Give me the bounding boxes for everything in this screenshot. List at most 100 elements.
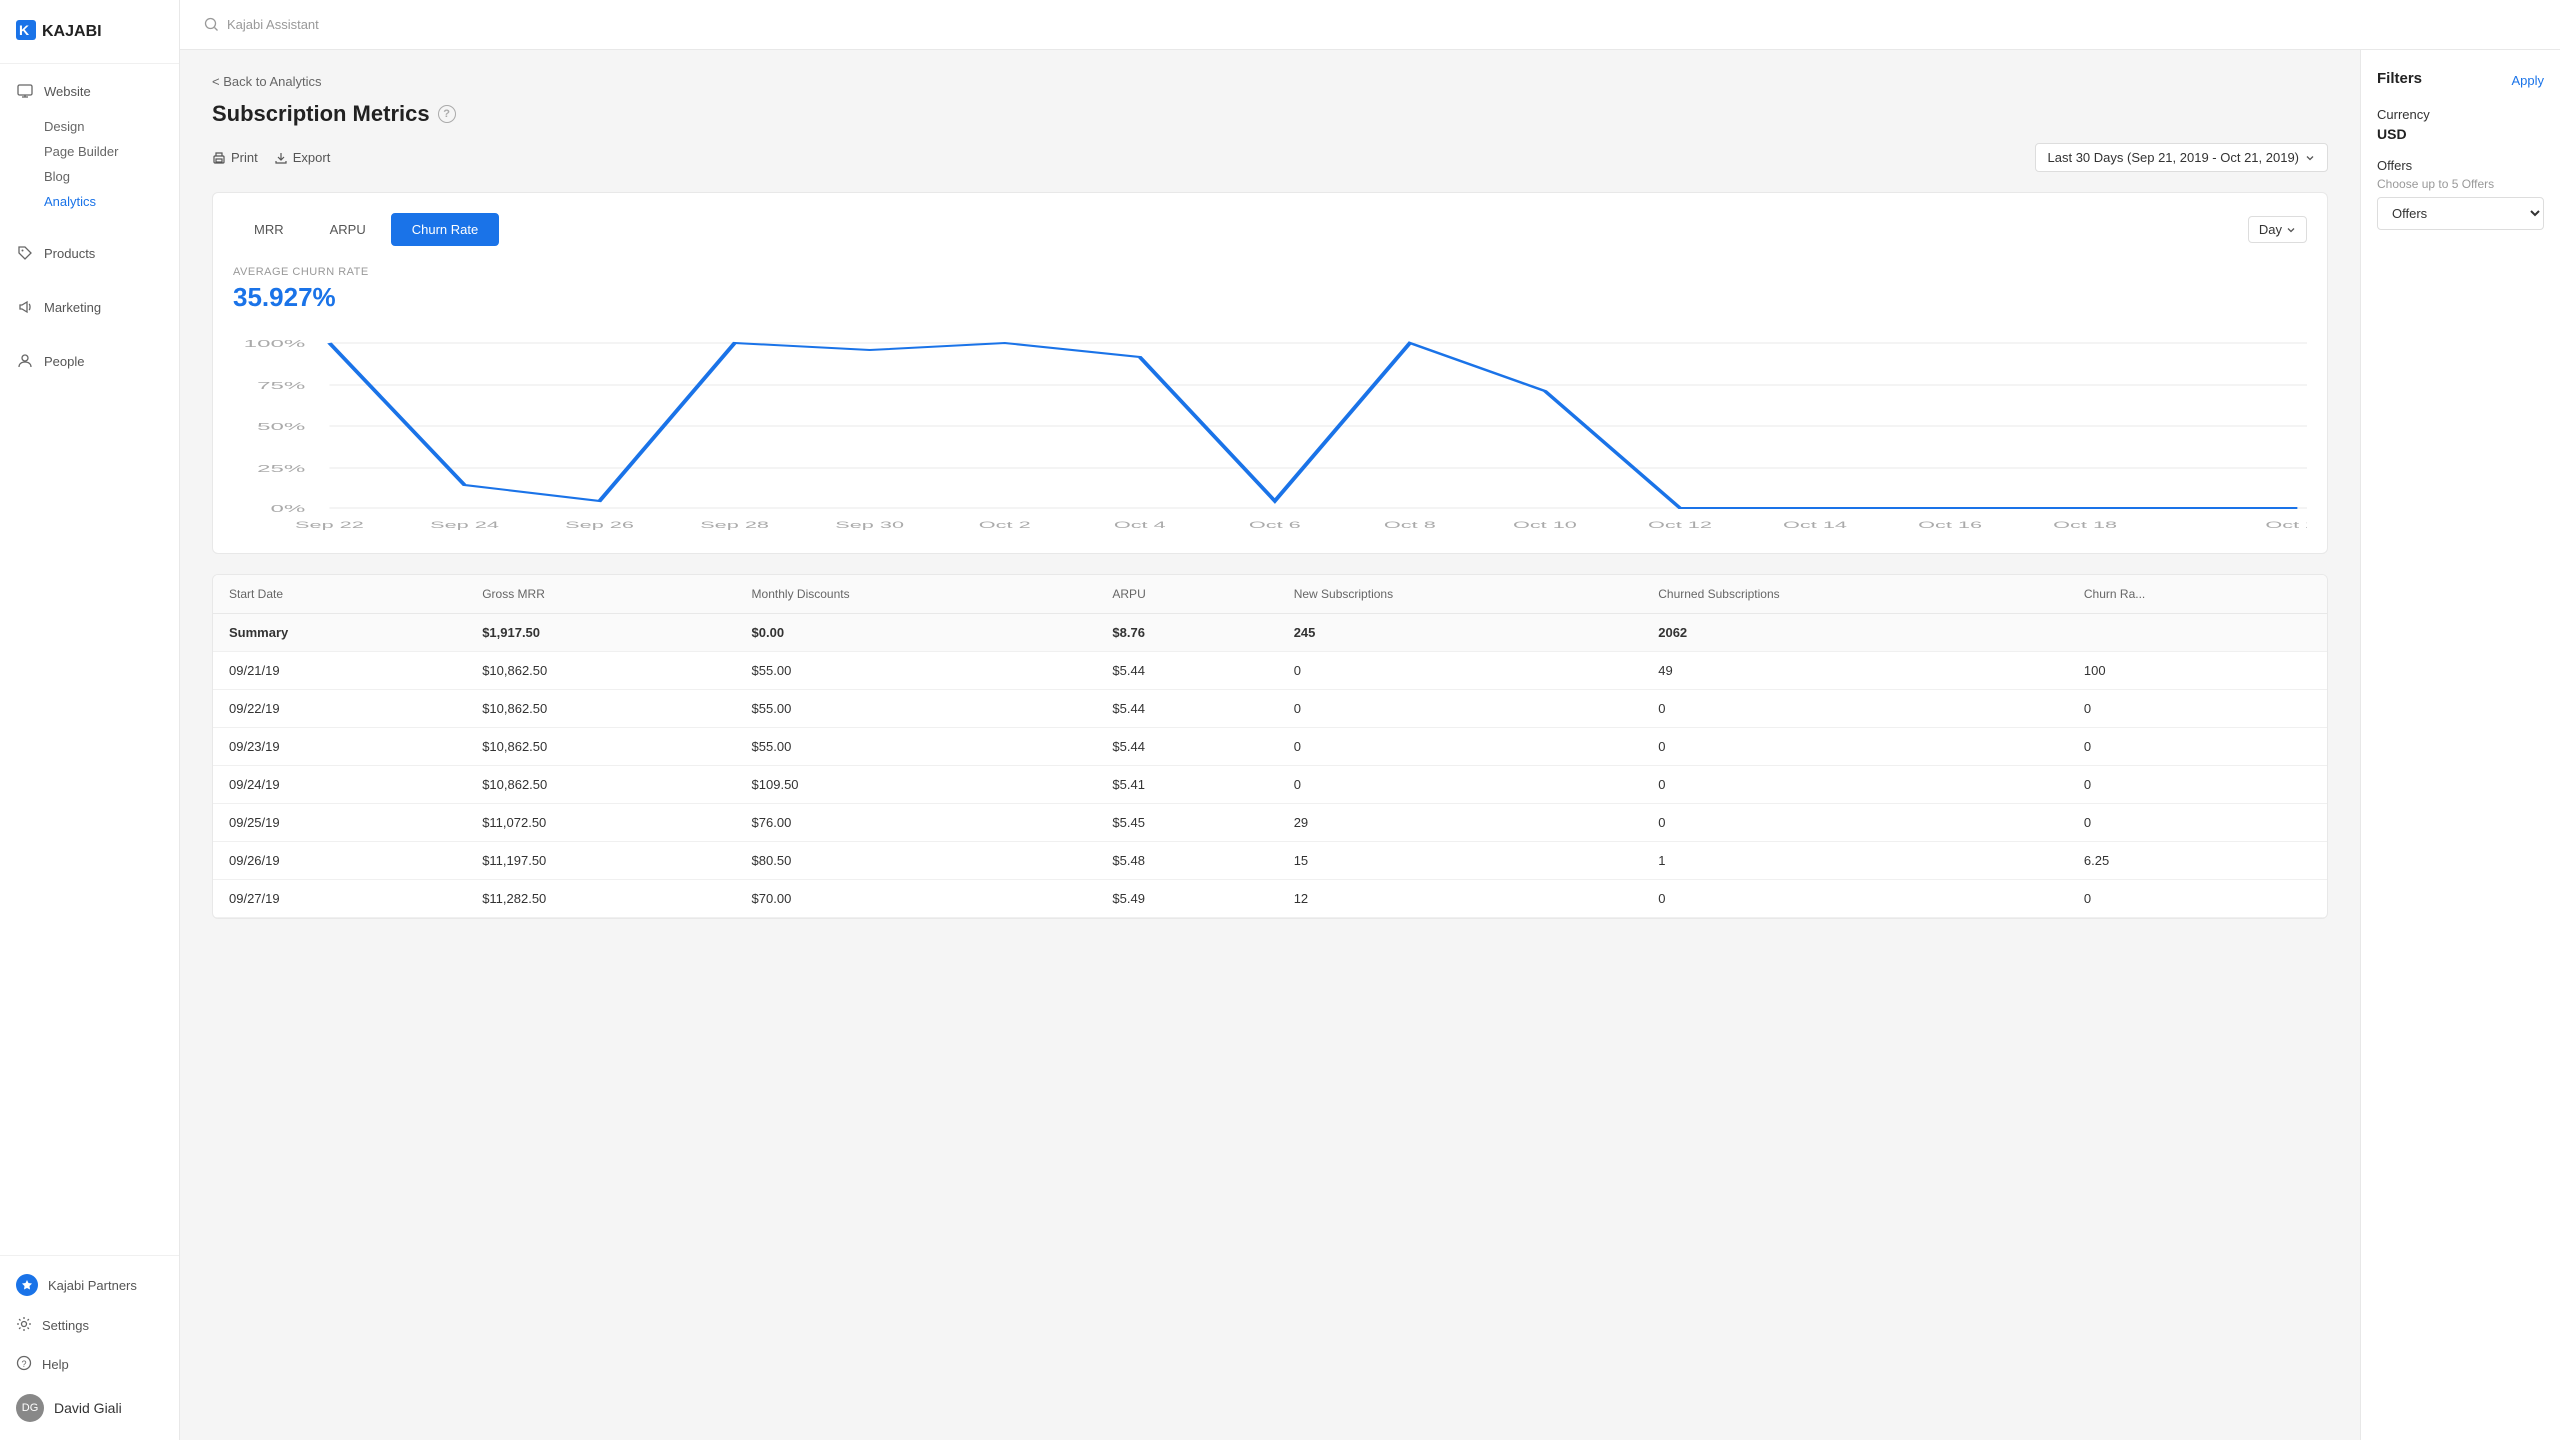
sidebar-item-people-label: People: [44, 354, 84, 369]
logo[interactable]: K KAJABI: [0, 0, 179, 64]
tab-mrr[interactable]: MRR: [233, 213, 305, 246]
sidebar-item-marketing-label: Marketing: [44, 300, 101, 315]
print-button[interactable]: Print: [212, 146, 258, 169]
tag-icon: [16, 244, 34, 262]
nav-website: Website Design Page Builder Blog Analyti…: [0, 64, 179, 226]
breadcrumb[interactable]: < Back to Analytics: [212, 74, 2328, 89]
sidebar-item-kajabi-partners[interactable]: Kajabi Partners: [0, 1264, 179, 1306]
table-header-row: Start Date Gross MRR Monthly Discounts A…: [213, 575, 2327, 614]
currency-value: USD: [2377, 126, 2544, 142]
row-date: 09/21/19: [213, 652, 466, 690]
sidebar-item-help[interactable]: ? Help: [0, 1345, 179, 1384]
chart-area: 100% 75% 50% 25% 0% Sep 22 Sep 24 Sep 26: [233, 333, 2307, 533]
table-row: 09/21/19 $10,862.50 $55.00 $5.44 0 49 10…: [213, 652, 2327, 690]
tab-churn-rate[interactable]: Churn Rate: [391, 213, 499, 246]
toolbar: Print Export Last 30 Days (Sep 21, 2019 …: [212, 143, 2328, 172]
panel-header: Filters Apply: [2377, 70, 2544, 91]
export-icon: [274, 151, 288, 165]
table-row: 09/25/19 $11,072.50 $76.00 $5.45 29 0 0: [213, 804, 2327, 842]
svg-text:50%: 50%: [257, 421, 305, 432]
svg-text:Oct 14: Oct 14: [1783, 520, 1847, 530]
sidebar-sub-analytics[interactable]: Analytics: [44, 189, 179, 214]
page-title-text: Subscription Metrics: [212, 101, 430, 127]
summary-new-subs: 245: [1278, 614, 1643, 652]
offers-sub-label: Choose up to 5 Offers: [2377, 177, 2544, 191]
offers-label: Offers: [2377, 158, 2544, 173]
chevron-down-small-icon: [2286, 225, 2296, 235]
nav-products: Products: [0, 226, 179, 280]
nav-marketing: Marketing: [0, 280, 179, 334]
svg-text:Sep 22: Sep 22: [295, 520, 364, 530]
svg-text:Sep 30: Sep 30: [835, 520, 904, 530]
summary-discounts: $0.00: [736, 614, 1097, 652]
day-selector-label: Day: [2259, 222, 2282, 237]
row-churn-rate: 100: [2068, 652, 2327, 690]
row-churned: 49: [1642, 652, 2068, 690]
toolbar-left: Print Export: [212, 146, 330, 169]
sidebar-sub-blog[interactable]: Blog: [44, 164, 179, 189]
topbar: Kajabi Assistant: [180, 0, 2560, 50]
tab-arpu[interactable]: ARPU: [309, 213, 387, 246]
page-title: Subscription Metrics ?: [212, 101, 2328, 127]
col-churn-rate: Churn Ra...: [2068, 575, 2327, 614]
svg-text:Oct 16: Oct 16: [1918, 520, 1982, 530]
sidebar-sub-website: Design Page Builder Blog Analytics: [0, 110, 179, 218]
svg-text:Sep 26: Sep 26: [565, 520, 634, 530]
row-discounts: $55.00: [736, 652, 1097, 690]
svg-text:75%: 75%: [257, 380, 305, 391]
chart-card: MRR ARPU Churn Rate Day AVERAGE CHURN RA…: [212, 192, 2328, 554]
monitor-icon: [16, 82, 34, 100]
col-start-date: Start Date: [213, 575, 466, 614]
apply-button[interactable]: Apply: [2511, 73, 2544, 88]
table-row: 09/24/19 $10,862.50 $109.50 $5.41 0 0 0: [213, 766, 2327, 804]
tab-group: MRR ARPU Churn Rate: [233, 213, 499, 246]
svg-text:Oct 12: Oct 12: [1648, 520, 1712, 530]
sidebar-item-people[interactable]: People: [0, 342, 179, 380]
date-range-label: Last 30 Days (Sep 21, 2019 - Oct 21, 201…: [2048, 150, 2299, 165]
day-selector[interactable]: Day: [2248, 216, 2307, 243]
svg-text:Oct 6: Oct 6: [1249, 520, 1301, 530]
gear-icon: [16, 1316, 32, 1335]
main-area: Kajabi Assistant < Back to Analytics Sub…: [180, 0, 2560, 1440]
person-icon: [16, 352, 34, 370]
row-new-subs: 0: [1278, 652, 1643, 690]
summary-churn-rate: [2068, 614, 2327, 652]
svg-text:Sep 28: Sep 28: [700, 520, 769, 530]
print-label: Print: [231, 150, 258, 165]
svg-text:Oct 8: Oct 8: [1384, 520, 1436, 530]
export-label: Export: [293, 150, 331, 165]
table-row: 09/23/19 $10,862.50 $55.00 $5.44 0 0 0: [213, 728, 2327, 766]
sidebar-item-settings[interactable]: Settings: [0, 1306, 179, 1345]
summary-churned: 2062: [1642, 614, 2068, 652]
sidebar-item-marketing[interactable]: Marketing: [0, 288, 179, 326]
date-filter[interactable]: Last 30 Days (Sep 21, 2019 - Oct 21, 201…: [2035, 143, 2328, 172]
help-circle-icon[interactable]: ?: [438, 105, 456, 123]
kajabi-partners-label: Kajabi Partners: [48, 1278, 137, 1293]
svg-text:100%: 100%: [244, 338, 306, 349]
search-box[interactable]: Kajabi Assistant: [204, 17, 319, 32]
filters-title: Filters: [2377, 70, 2422, 87]
export-button[interactable]: Export: [274, 146, 331, 169]
churn-chart: 100% 75% 50% 25% 0% Sep 22 Sep 24 Sep 26: [233, 333, 2307, 533]
svg-text:0%: 0%: [271, 503, 306, 514]
summary-label: Summary: [213, 614, 466, 652]
nav-people: People: [0, 334, 179, 388]
main-content: < Back to Analytics Subscription Metrics…: [180, 50, 2360, 1440]
col-churned-subs: Churned Subscriptions: [1642, 575, 2068, 614]
sidebar-item-website[interactable]: Website: [0, 72, 179, 110]
sidebar-sub-page-builder[interactable]: Page Builder: [44, 139, 179, 164]
svg-text:Oct 18: Oct 18: [2053, 520, 2117, 530]
sidebar-sub-design[interactable]: Design: [44, 114, 179, 139]
user-avatar-row[interactable]: DG David Giali: [0, 1384, 179, 1432]
svg-text:Oct 4: Oct 4: [1114, 520, 1166, 530]
content-area: < Back to Analytics Subscription Metrics…: [180, 50, 2560, 1440]
sidebar-item-website-label: Website: [44, 84, 91, 99]
summary-row: Summary $1,917.50 $0.00 $8.76 245 2062: [213, 614, 2327, 652]
megaphone-icon: [16, 298, 34, 316]
search-icon: [204, 17, 219, 32]
offers-select[interactable]: Offers: [2377, 197, 2544, 230]
svg-text:K: K: [19, 22, 29, 38]
svg-text:Sep 24: Sep 24: [430, 520, 499, 530]
avatar: DG: [16, 1394, 44, 1422]
sidebar-item-products[interactable]: Products: [0, 234, 179, 272]
